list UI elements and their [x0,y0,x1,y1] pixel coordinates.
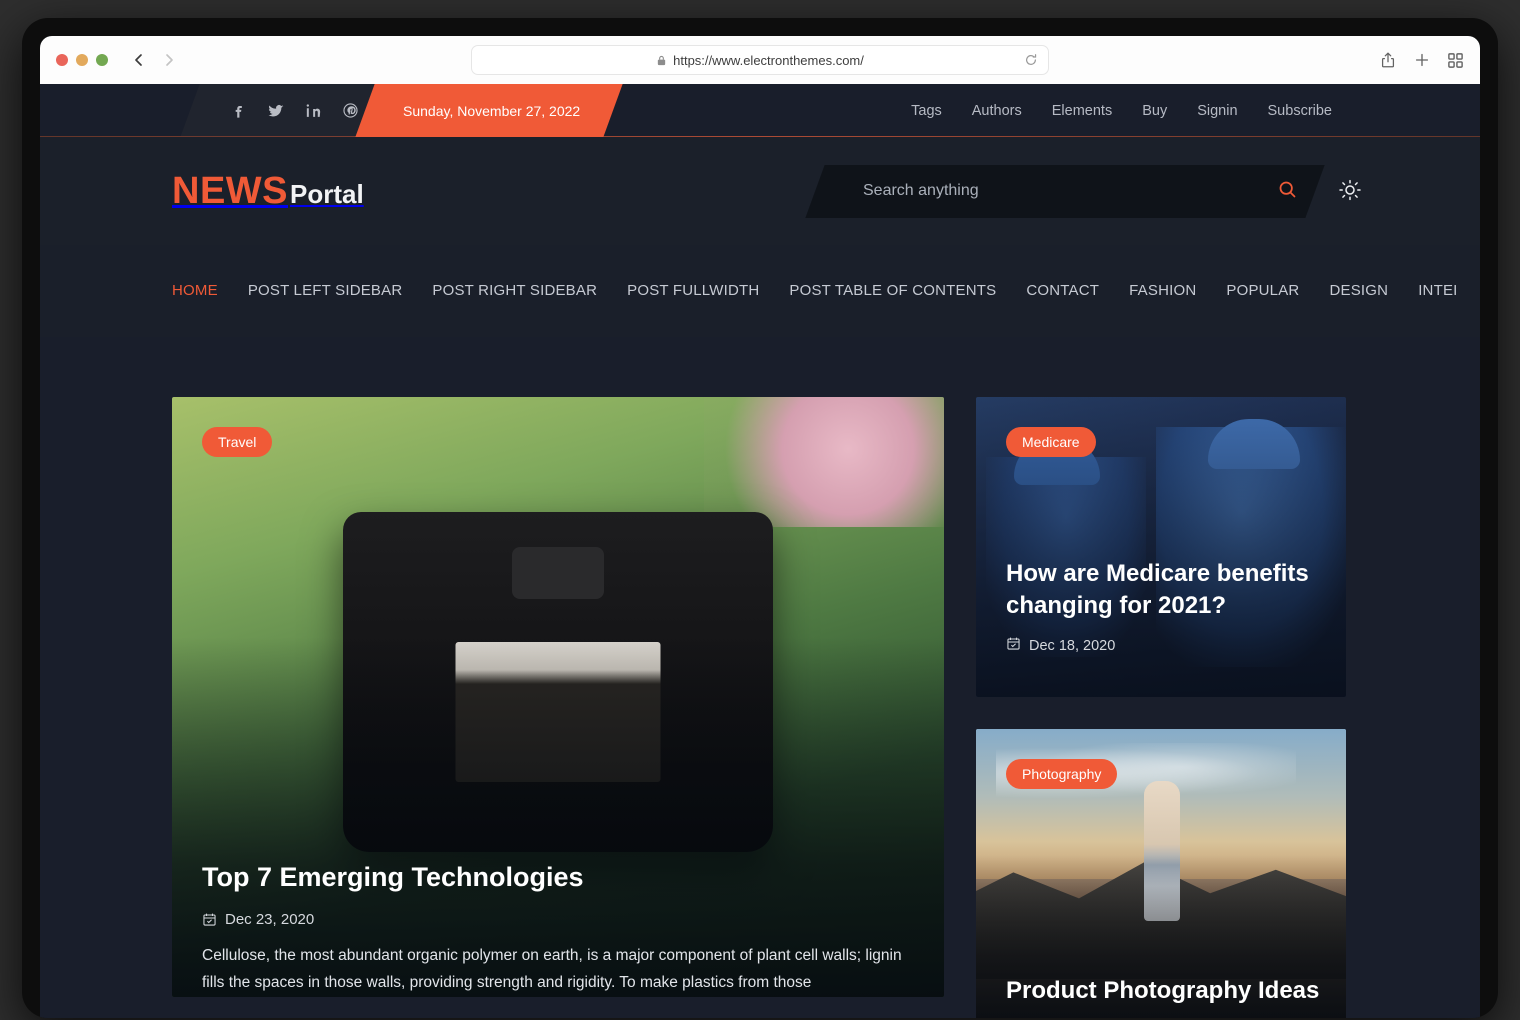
medicare-article-body: How are Medicare benefits changing for 2… [1006,558,1320,655]
featured-article-title[interactable]: Top 7 Emerging Technologies [202,862,914,893]
article-card-medicare[interactable]: Medicare How are Medicare benefits chang… [976,397,1346,697]
facebook-icon[interactable] [230,102,247,119]
nav-item-international[interactable]: INTEI [1418,282,1457,301]
site-topbar: Sunday, November 27, 2022 Tags Authors E… [40,84,1480,137]
nav-item-home[interactable]: HOME [172,282,218,301]
search-button[interactable] [1259,179,1315,203]
topnav-item-buy[interactable]: Buy [1142,103,1167,119]
address-bar-container: https://www.electronthemes.com/ [471,45,1049,75]
maximize-window-button[interactable] [96,54,108,66]
search-input[interactable] [863,182,1259,200]
tabs-overview-icon[interactable] [1447,52,1464,69]
medicare-article-title[interactable]: How are Medicare benefits changing for 2… [1006,558,1320,622]
search-bar [805,164,1325,218]
search-icon [1277,179,1298,203]
pinterest-icon[interactable] [342,102,359,119]
browser-actions [1379,51,1464,69]
featured-article-body: Top 7 Emerging Technologies Dec 23, 2020… [202,862,914,997]
logo-secondary-text: Portal [290,178,364,209]
theme-toggle-button[interactable] [1332,173,1368,209]
photography-article-body: Product Photography Ideas [1006,975,1320,1018]
featured-article-excerpt: Cellulose, the most abundant organic pol… [202,946,902,992]
topnav-item-subscribe[interactable]: Subscribe [1268,103,1332,119]
current-date: Sunday, November 27, 2022 [403,102,581,119]
topnav-item-tags[interactable]: Tags [911,103,942,119]
new-tab-icon[interactable] [1413,51,1431,69]
category-badge-photography[interactable]: Photography [1006,759,1118,789]
sun-icon [1338,178,1362,205]
website-content: Sunday, November 27, 2022 Tags Authors E… [40,84,1480,1018]
lock-icon [656,55,667,66]
browser-toolbar: https://www.electronthemes.com/ [40,36,1480,84]
nav-item-fashion[interactable]: FASHION [1129,282,1196,301]
article-card-photography[interactable]: Photography Product Photography Ideas [976,729,1346,1018]
minimize-window-button[interactable] [76,54,88,66]
window-controls [56,54,108,66]
calendar-icon [202,912,217,927]
address-bar-text: https://www.electronthemes.com/ [673,52,864,68]
main-content: Travel Top 7 Emerging Technologies Dec 2… [40,337,1480,1018]
close-window-button[interactable] [56,54,68,66]
topnav-item-elements[interactable]: Elements [1052,103,1112,119]
nav-item-post-table-of-contents[interactable]: POST TABLE OF CONTENTS [789,282,996,301]
nav-item-post-left-sidebar[interactable]: POST LEFT SIDEBAR [248,282,403,301]
social-links [230,84,359,137]
browser-window: https://www.electronthemes.com/ Sunday, … [40,36,1480,1018]
top-utility-nav: Tags Authors Elements Buy Signin Subscri… [911,84,1332,137]
twitter-icon[interactable] [267,102,285,120]
calendar-icon [1006,636,1021,655]
topnav-item-authors[interactable]: Authors [972,103,1022,119]
back-button[interactable] [124,46,154,74]
featured-article-meta: Dec 23, 2020 [202,911,914,928]
nav-item-contact[interactable]: CONTACT [1026,282,1099,301]
logo-primary-text: NEWS [172,169,288,212]
site-header: NEWS Portal [40,137,1480,245]
screenshot-root: https://www.electronthemes.com/ Sunday, … [0,0,1520,1020]
nav-item-popular[interactable]: POPULAR [1226,282,1299,301]
nav-item-post-fullwidth[interactable]: POST FULLWIDTH [627,282,759,301]
device-frame: https://www.electronthemes.com/ Sunday, … [22,18,1498,1018]
share-icon[interactable] [1379,51,1397,69]
nav-item-design[interactable]: DESIGN [1329,282,1388,301]
address-bar[interactable]: https://www.electronthemes.com/ [471,45,1049,75]
topnav-item-signin[interactable]: Signin [1197,103,1237,119]
site-logo[interactable]: NEWS Portal [172,170,364,213]
featured-article-date: Dec 23, 2020 [225,910,315,928]
featured-article-card[interactable]: Travel Top 7 Emerging Technologies Dec 2… [172,397,944,997]
forward-button[interactable] [154,46,184,74]
medicare-article-date: Dec 18, 2020 [1029,637,1116,654]
reload-icon[interactable] [1024,53,1038,67]
linkedin-icon[interactable] [305,102,322,119]
main-navigation: HOME POST LEFT SIDEBAR POST RIGHT SIDEBA… [40,245,1480,337]
medicare-article-meta: Dec 18, 2020 [1006,636,1320,655]
photography-article-title[interactable]: Product Photography Ideas [1006,975,1320,1007]
nav-item-post-right-sidebar[interactable]: POST RIGHT SIDEBAR [432,282,597,301]
category-badge-travel[interactable]: Travel [202,427,273,457]
sidebar-column: Medicare How are Medicare benefits chang… [976,397,1346,1018]
category-badge-medicare[interactable]: Medicare [1006,427,1096,457]
featured-column: Travel Top 7 Emerging Technologies Dec 2… [172,397,944,1018]
